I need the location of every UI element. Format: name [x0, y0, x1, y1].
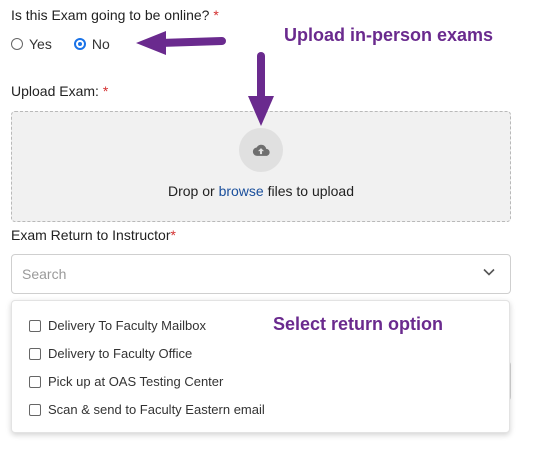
cloud-upload-icon	[252, 144, 270, 156]
checkbox[interactable]	[29, 319, 41, 332]
online-question-text: Is this Exam going to be online?	[11, 7, 210, 23]
return-option-select[interactable]	[11, 254, 511, 294]
option-faculty-office[interactable]: Delivery to Faculty Office	[29, 346, 192, 361]
option-scan-email[interactable]: Scan & send to Faculty Eastern email	[29, 402, 265, 417]
upload-button[interactable]	[239, 128, 283, 172]
exam-return-label-text: Exam Return to Instructor	[11, 227, 171, 243]
checkbox[interactable]	[29, 347, 41, 360]
required-mark: *	[102, 83, 109, 99]
option-label[interactable]: Scan & send to Faculty Eastern email	[48, 402, 265, 417]
radio-no-label[interactable]: No	[92, 36, 110, 52]
checkbox[interactable]	[29, 403, 41, 416]
online-radio-group: Yes No	[11, 36, 132, 52]
online-question-label: Is this Exam going to be online? *	[11, 7, 219, 23]
option-faculty-mailbox[interactable]: Delivery To Faculty Mailbox	[29, 318, 206, 333]
select-search-placeholder[interactable]: Search	[22, 266, 66, 282]
option-label[interactable]: Delivery To Faculty Mailbox	[48, 318, 206, 333]
down-arrow-annotation	[248, 52, 274, 126]
upload-exam-label: Upload Exam: *	[11, 83, 108, 99]
option-label[interactable]: Delivery to Faculty Office	[48, 346, 192, 361]
return-annotation-text: Select return option	[273, 314, 444, 334]
upload-annotation-text: Upload in-person exams	[284, 25, 494, 45]
exam-return-label: Exam Return to Instructor*	[11, 227, 176, 243]
left-arrow-annotation	[136, 31, 226, 55]
radio-yes-label[interactable]: Yes	[29, 36, 52, 52]
drop-prefix: Drop or	[167, 183, 215, 199]
option-label[interactable]: Pick up at OAS Testing Center	[48, 374, 223, 389]
option-oas-pickup[interactable]: Pick up at OAS Testing Center	[29, 374, 223, 389]
drop-suffix: files to upload	[267, 183, 354, 199]
dropzone-text: Drop or browse files to upload	[11, 183, 511, 199]
chevron-down-icon[interactable]	[483, 268, 495, 276]
radio-yes[interactable]	[11, 38, 23, 50]
required-mark: *	[213, 7, 219, 23]
upload-exam-label-text: Upload Exam:	[11, 83, 99, 99]
checkbox[interactable]	[29, 375, 41, 388]
radio-no[interactable]	[73, 38, 86, 50]
required-mark: *	[170, 227, 176, 243]
browse-link[interactable]: browse	[219, 183, 264, 199]
